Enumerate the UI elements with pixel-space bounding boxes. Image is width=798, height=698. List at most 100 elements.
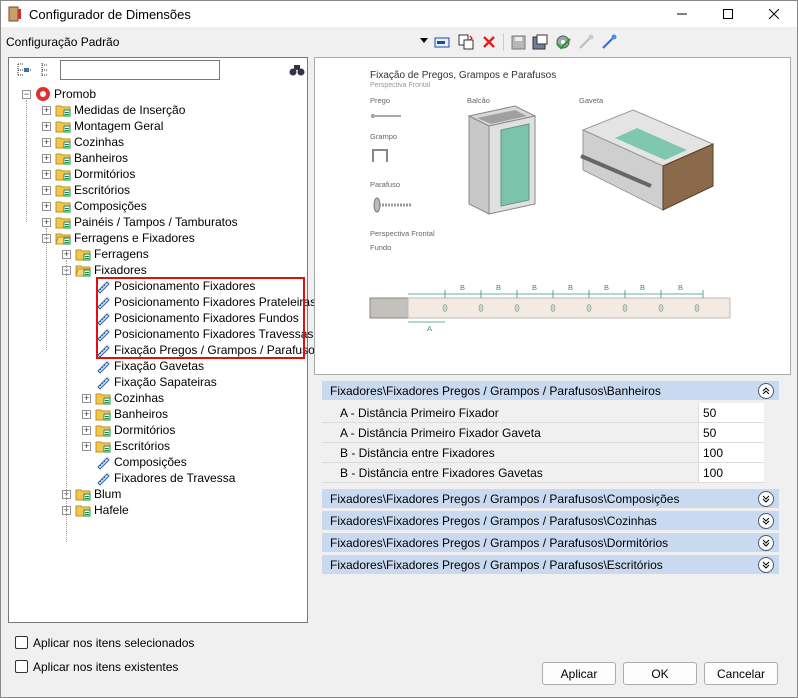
tree-folder[interactable]: + Montagem Geral: [42, 118, 163, 134]
dimension-item-icon: [97, 377, 110, 390]
tree-root[interactable]: − Promob: [22, 86, 96, 102]
folder-icon: [75, 249, 91, 260]
tree-folder[interactable]: + Blum: [62, 486, 121, 502]
tree-folder[interactable]: + Banheiros: [82, 406, 168, 422]
ok-button[interactable]: OK: [623, 662, 697, 685]
tree-node-label: Composições: [114, 455, 187, 469]
tree-leaf[interactable]: Fixação Gavetas: [82, 358, 204, 374]
group-header[interactable]: Fixadores\Fixadores Pregos / Grampos / P…: [322, 555, 779, 575]
tree-folder[interactable]: + Cozinhas: [82, 390, 164, 406]
duplicate-config-button[interactable]: [457, 33, 475, 51]
expand-group-button[interactable]: [758, 557, 774, 573]
settings-button[interactable]: [554, 33, 572, 51]
tree-folder[interactable]: − Fixadores: [62, 262, 147, 278]
tree-folder[interactable]: + Cozinhas: [42, 134, 124, 150]
save-button[interactable]: [509, 33, 527, 51]
property-value-input[interactable]: 100: [698, 443, 764, 463]
folder-icon: [95, 409, 111, 420]
selection-highlight: [96, 277, 305, 359]
preview-panel: Fixação de Pregos, Grampos e Parafusos P…: [314, 57, 791, 375]
property-row: A - Distância Primeiro Fixador Gaveta 50: [322, 423, 779, 443]
minimize-button[interactable]: [659, 1, 705, 27]
tree-leaf[interactable]: Composições: [82, 454, 187, 470]
save-as-button[interactable]: [531, 33, 549, 51]
rename-config-button[interactable]: [433, 33, 451, 51]
tree-folder[interactable]: − Ferragens e Fixadores: [42, 230, 195, 246]
tree-folder[interactable]: + Escritórios: [82, 438, 170, 454]
tree-node-label: Fixadores: [94, 263, 147, 277]
folder-icon: [95, 425, 111, 436]
tree-search-input[interactable]: [60, 60, 220, 80]
expand-toggle[interactable]: +: [82, 441, 91, 451]
expand-toggle[interactable]: +: [42, 201, 51, 211]
cancel-button[interactable]: Cancelar: [704, 662, 778, 685]
tree-folder[interactable]: + Escritórios: [42, 182, 130, 198]
binoculars-icon[interactable]: [289, 63, 305, 77]
dim-label-b-1: B: [460, 283, 466, 292]
tree-folder[interactable]: + Composições: [42, 198, 147, 214]
tree-folder[interactable]: + Ferragens: [62, 246, 149, 262]
tree-folder[interactable]: + Hafele: [62, 502, 129, 518]
expand-toggle[interactable]: +: [42, 217, 51, 227]
group-header[interactable]: Fixadores\Fixadores Pregos / Grampos / P…: [322, 489, 779, 509]
expand-toggle[interactable]: +: [82, 393, 91, 403]
folder-icon: [55, 169, 71, 180]
apply-existing-label: Aplicar nos itens existentes: [33, 660, 179, 674]
expand-toggle[interactable]: +: [82, 425, 91, 435]
expand-group-button[interactable]: [758, 513, 774, 529]
tree-folder[interactable]: + Dormitórios: [42, 166, 135, 182]
dim-label-b-6: B: [640, 283, 646, 292]
group-header[interactable]: Fixadores\Fixadores Pregos / Grampos / P…: [322, 511, 779, 531]
property-value-input[interactable]: 50: [698, 403, 764, 423]
tree-panel: − Promob + Medidas de Inserção + Montagem Ger…: [8, 57, 321, 623]
apply-button[interactable]: Aplicar: [542, 662, 616, 685]
tree-folder[interactable]: + Dormitórios: [82, 422, 175, 438]
property-value-input[interactable]: 50: [698, 423, 764, 443]
tree-folder[interactable]: + Medidas de Inserção: [42, 102, 185, 118]
expand-toggle[interactable]: +: [42, 185, 51, 195]
chevron-down-icon[interactable]: [420, 38, 428, 44]
save-icon: [511, 35, 525, 49]
group-header[interactable]: Fixadores\Fixadores Pregos / Grampos / P…: [322, 381, 779, 401]
group-header[interactable]: Fixadores\Fixadores Pregos / Grampos / P…: [322, 533, 779, 553]
expand-toggle[interactable]: +: [42, 137, 51, 147]
tree-leaf[interactable]: Fixação Sapateiras: [82, 374, 217, 390]
collapse-all-icon[interactable]: [16, 62, 32, 78]
folder-icon: [55, 217, 71, 228]
expand-all-icon[interactable]: [39, 62, 51, 78]
dim-label-b-4: B: [568, 283, 574, 292]
tree-leaf[interactable]: Fixadores de Travessa: [82, 470, 235, 486]
tree-connector: [46, 228, 47, 350]
folder-icon: [55, 105, 71, 116]
expand-toggle[interactable]: +: [42, 169, 51, 179]
title-bar: Configurador de Dimensões: [1, 1, 797, 27]
expand-toggle[interactable]: +: [42, 105, 51, 115]
apply-existing-checkbox[interactable]: [15, 660, 28, 673]
duplicate-icon: [458, 34, 474, 50]
export-button[interactable]: [600, 33, 618, 51]
config-name-select[interactable]: Configuração Padrão: [6, 35, 119, 49]
close-window-button[interactable]: [751, 1, 797, 27]
folder-icon: [55, 153, 71, 164]
expand-group-button[interactable]: [758, 535, 774, 551]
expand-toggle[interactable]: +: [82, 409, 91, 419]
dim-label-a: A: [427, 324, 433, 333]
collapse-group-button[interactable]: [758, 383, 774, 399]
tree-folder[interactable]: + Banheiros: [42, 150, 128, 166]
dim-label-b-7: B: [678, 283, 684, 292]
import-button[interactable]: [577, 33, 595, 51]
expand-toggle[interactable]: +: [42, 121, 51, 131]
chevron-double-down-icon: [762, 495, 770, 503]
property-value-input[interactable]: 100: [698, 463, 764, 483]
chevron-double-down-icon: [762, 539, 770, 547]
tree-node-label: Painéis / Tampos / Tamburatos: [74, 215, 238, 229]
expand-toggle[interactable]: +: [42, 153, 51, 163]
apply-selected-checkbox[interactable]: [15, 636, 28, 649]
maximize-button[interactable]: [705, 1, 751, 27]
chevron-double-up-icon: [762, 387, 770, 395]
expand-toggle[interactable]: +: [62, 249, 71, 259]
collapse-toggle[interactable]: −: [22, 89, 31, 99]
expand-group-button[interactable]: [758, 491, 774, 507]
tree-folder[interactable]: + Painéis / Tampos / Tamburatos: [42, 214, 238, 230]
delete-config-button[interactable]: [480, 33, 498, 51]
